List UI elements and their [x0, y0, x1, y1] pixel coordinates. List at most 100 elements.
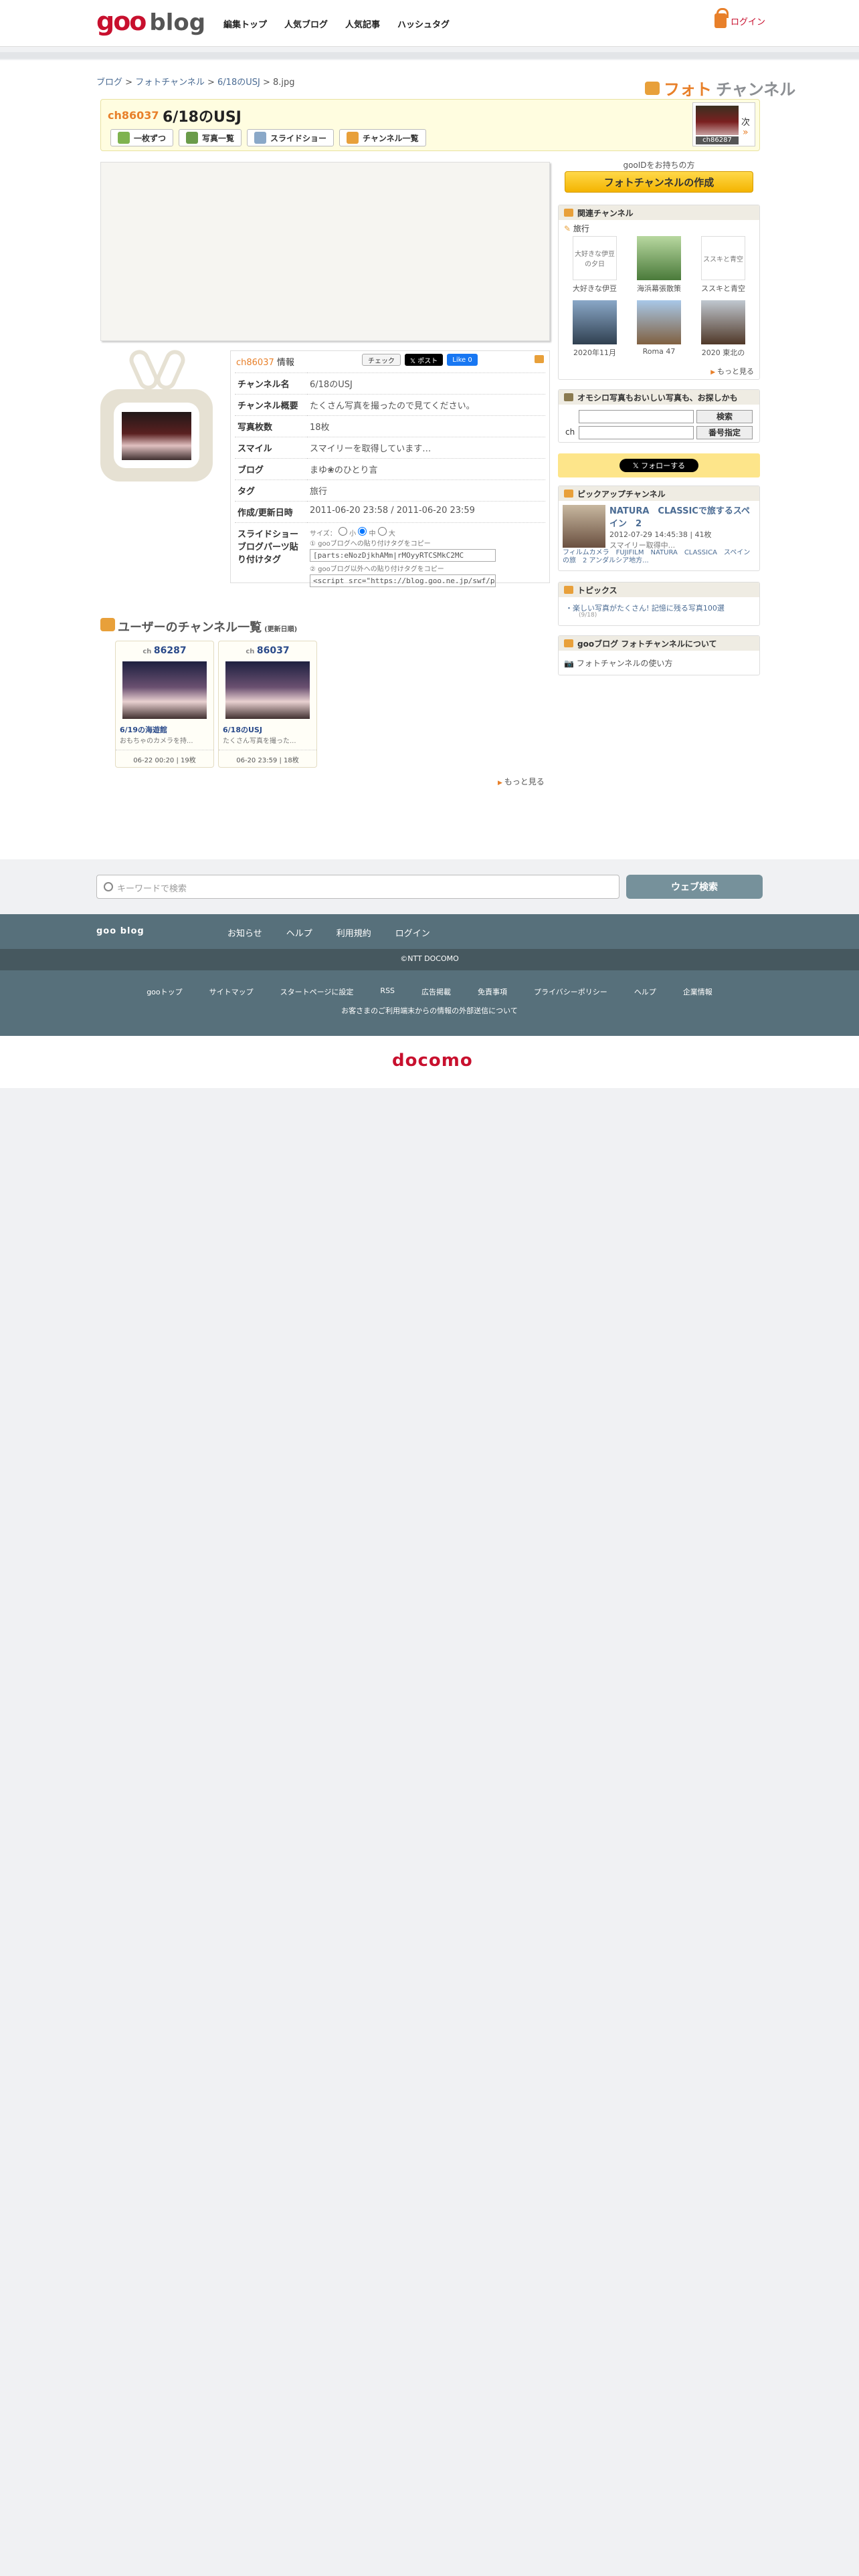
- photo-viewer-area[interactable]: [100, 162, 550, 341]
- pickup-tags[interactable]: フィルムカメラ FUJIFILM NATURA CLASSICA スペインの旅 …: [563, 549, 755, 568]
- search-button[interactable]: 検索: [696, 410, 753, 423]
- related-item[interactable]: 大好きな伊豆の夕日 大好きな伊豆: [563, 236, 627, 294]
- footer-link[interactable]: 企業情報: [683, 986, 712, 997]
- info-channel-number: ch86037: [236, 358, 274, 368]
- next-channel-link[interactable]: ch86287 次 »: [692, 102, 755, 146]
- copy-goo-tag-link[interactable]: ① gooブログへの貼り付けタグをコピー: [310, 538, 543, 548]
- table-row: スマイル スマイリーを取得しています…: [235, 437, 545, 459]
- table-row: チャンネル概要 たくさん写真を撮ったので見てください。: [235, 394, 545, 416]
- related-item[interactable]: Roma 47: [627, 300, 691, 358]
- photo-channel-brand[interactable]: フォト チャンネル: [645, 76, 795, 100]
- footer-link[interactable]: 広告掲載: [421, 986, 451, 997]
- number-search-button[interactable]: 番号指定: [696, 426, 753, 439]
- footer-search-input[interactable]: キーワードで検索: [96, 875, 619, 899]
- breadcrumb: ブログ > フォトチャンネル > 6/18のUSJ > 8.jpg: [96, 75, 295, 88]
- create-channel-button[interactable]: フォトチャンネルの作成: [565, 171, 753, 193]
- pickup-channel-box: ピックアップチャンネル NATURA CLASSICで旅するスペイン 2 201…: [558, 486, 760, 571]
- next-arrow-icon: »: [743, 127, 749, 138]
- related-thumbnail: [701, 300, 745, 344]
- footer-link[interactable]: スタートページに設定: [280, 986, 354, 997]
- related-item[interactable]: 2020 東北の: [691, 300, 755, 358]
- x-post-button[interactable]: 𝕏 ポスト: [405, 354, 444, 366]
- channel-number-input[interactable]: [579, 426, 694, 439]
- card-channel-number: ch 86287: [142, 645, 187, 656]
- blog-link[interactable]: まゆ❀のひとり言: [307, 458, 545, 480]
- related-item[interactable]: 海浜幕張散策: [627, 236, 691, 294]
- channel-card[interactable]: ch 86287 6/19の海遊館 おもちゃのカメラを持... 06-22 00…: [115, 641, 214, 768]
- photo-list-button[interactable]: 写真一覧: [179, 129, 242, 146]
- related-label: ススキと青空: [701, 284, 745, 293]
- one-by-one-button[interactable]: 一枚ずつ: [110, 129, 174, 146]
- pickup-channel-title[interactable]: NATURA CLASSICで旅するスペイン 2: [609, 504, 757, 529]
- footer-help-link[interactable]: ヘルプ: [286, 926, 312, 939]
- size-small-label: 小: [349, 530, 357, 538]
- channel-list-label: チャンネル一覧: [363, 133, 419, 143]
- related-item[interactable]: ススキと青空 ススキと青空: [691, 236, 755, 294]
- footer-login-link[interactable]: ログイン: [395, 926, 430, 939]
- tag-link[interactable]: 旅行: [307, 479, 545, 502]
- about-box: gooブログ フォトチャンネルについて 📷 フォトチャンネルの使い方: [558, 635, 760, 675]
- user-channel-sub: (更新日順): [264, 626, 298, 633]
- keyword-search-input[interactable]: [579, 410, 694, 423]
- channel-card[interactable]: ch 86037 6/18のUSJ たくさん写真を撮った... 06-20 23…: [218, 641, 317, 768]
- topics-title: トピックス: [577, 585, 617, 595]
- about-header: gooブログ フォトチャンネルについて: [559, 636, 759, 651]
- copy-other-tag-link[interactable]: ② gooブログ以外への貼り付けタグをコピー: [310, 563, 543, 573]
- external-transmission-notice[interactable]: お客さまのご利用端末からの情報の外部送信について: [0, 1005, 859, 1016]
- crumb-photo-channel[interactable]: フォトチャンネル: [135, 78, 205, 88]
- web-search-button[interactable]: ウェブ検索: [626, 875, 763, 899]
- size-medium-radio[interactable]: [358, 527, 367, 536]
- related-tag[interactable]: ✎ 旅行: [564, 223, 589, 234]
- grid-icon: [186, 132, 199, 144]
- nav-hashtag[interactable]: ハッシュタグ: [397, 17, 450, 30]
- about-link[interactable]: 📷 フォトチャンネルの使い方: [564, 657, 672, 669]
- x-follow-button[interactable]: 𝕏 フォローする: [619, 459, 698, 472]
- footer-link[interactable]: ヘルプ: [634, 986, 656, 997]
- crumb-channel[interactable]: 6/18のUSJ: [217, 78, 260, 88]
- nav-popular-articles[interactable]: 人気記事: [345, 17, 380, 30]
- docomo-logo[interactable]: docomo: [392, 1051, 473, 1071]
- next-channel-number: ch86287: [696, 136, 739, 144]
- size-label: サイズ：: [310, 530, 337, 538]
- tag-icon: ✎: [564, 224, 573, 233]
- user-channel-list: ユーザーのチャンネル一覧 (更新日順) ch 86287 6/19の海遊館 おも…: [100, 618, 550, 768]
- mail-icon[interactable]: [535, 355, 544, 363]
- goo-blog-logo[interactable]: goo blog: [96, 7, 205, 36]
- card-description: おもちゃのカメラを持...: [120, 738, 193, 745]
- nav-popular-blog[interactable]: 人気ブログ: [284, 17, 328, 30]
- search-icon: [564, 393, 573, 401]
- footer-news-link[interactable]: お知らせ: [227, 926, 262, 939]
- docomo-footer: docomo: [0, 1036, 859, 1088]
- footer-link[interactable]: 免責事項: [478, 986, 507, 997]
- related-grid: 大好きな伊豆の夕日 大好きな伊豆 海浜幕張散策 ススキと青空 ススキと青空 2020…: [563, 236, 755, 358]
- more-channels-link[interactable]: もっと見る: [498, 776, 545, 787]
- footer-blog-logo[interactable]: goo blog: [96, 926, 145, 936]
- nav-edit-top[interactable]: 編集トップ: [223, 17, 267, 30]
- size-small-radio[interactable]: [338, 527, 347, 536]
- related-more-link[interactable]: ▶ もっと見る: [710, 366, 754, 377]
- size-large-radio[interactable]: [377, 527, 387, 536]
- footer-link[interactable]: gooトップ: [147, 986, 182, 997]
- facebook-like-button[interactable]: Like 0: [447, 354, 478, 366]
- table-row: チャンネル名 6/18のUSJ: [235, 372, 545, 395]
- channel-list-button[interactable]: チャンネル一覧: [339, 129, 426, 146]
- footer-terms-link[interactable]: 利用規約: [337, 926, 371, 939]
- slideshow-button[interactable]: スライドショー: [247, 129, 335, 146]
- global-nav: 編集トップ 人気ブログ 人気記事 ハッシュタグ: [223, 17, 450, 30]
- footer-link[interactable]: サイトマップ: [209, 986, 254, 997]
- other-embed-tag-field[interactable]: <script src="https://blog.goo.ne.jp/swf/…: [310, 574, 496, 587]
- footer-link[interactable]: RSS: [380, 986, 395, 997]
- card-title[interactable]: 6/18のUSJ: [223, 724, 262, 735]
- related-item[interactable]: 2020年11月: [563, 300, 627, 358]
- card-title[interactable]: 6/19の海遊館: [120, 724, 167, 735]
- crumb-blog[interactable]: ブログ: [96, 78, 122, 88]
- footer-link[interactable]: プライバシーポリシー: [534, 986, 607, 997]
- crumb-sep: >: [125, 78, 133, 88]
- table-row: 作成/更新日時 2011-06-20 23:58 / 2011-06-20 23:…: [235, 501, 545, 523]
- goo-embed-tag-field[interactable]: [parts:eNozDjkhAMm|rMOyyRTCSMkC2MC: [310, 549, 496, 562]
- footer-nav: goo blog お知らせ ヘルプ 利用規約 ログイン: [0, 914, 859, 949]
- pickup-thumbnail[interactable]: [563, 505, 605, 548]
- card-thumbnail: [122, 661, 207, 719]
- login-link[interactable]: ログイン: [714, 8, 765, 28]
- check-button[interactable]: チェック: [362, 354, 401, 366]
